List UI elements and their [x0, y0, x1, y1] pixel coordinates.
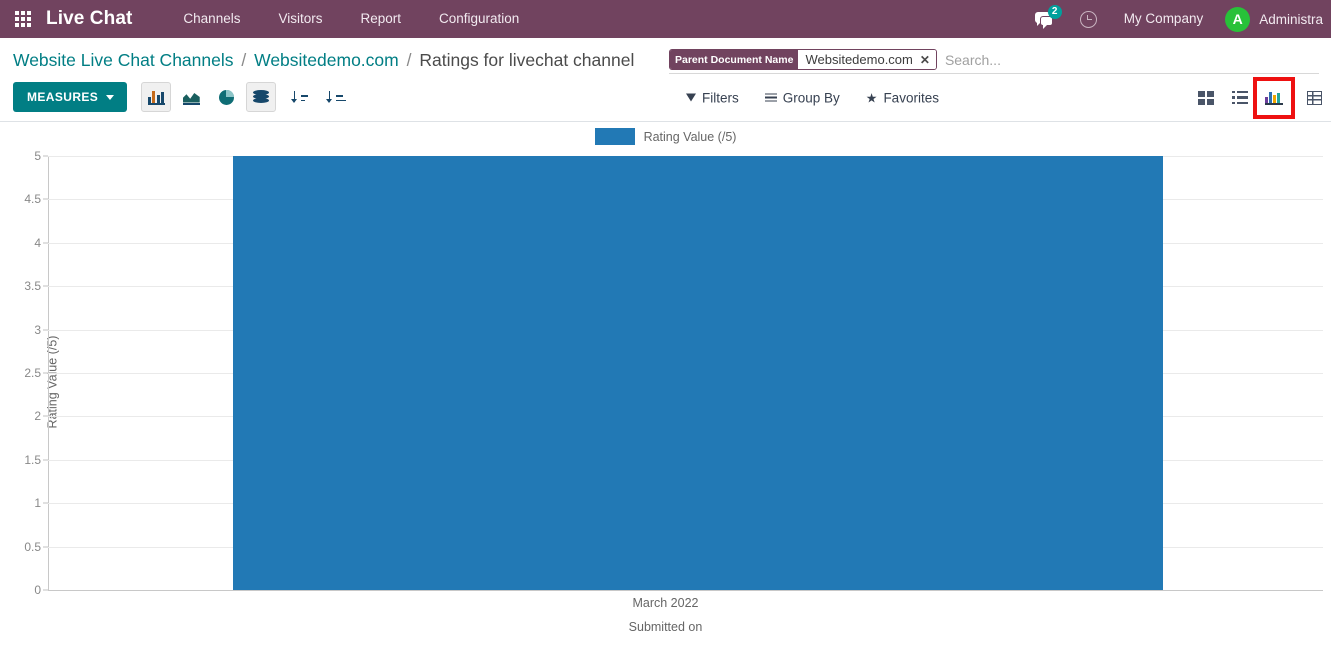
bar-chart-icon	[147, 90, 165, 105]
clock-icon	[1079, 10, 1097, 28]
y-tick-mark	[43, 242, 48, 244]
breadcrumb-item-parent[interactable]: Websitedemo.com	[254, 50, 399, 70]
y-tick-label: 0	[34, 583, 41, 597]
navbar-systray: 2 My Company A Administra	[1022, 0, 1331, 38]
activities-menu[interactable]	[1067, 0, 1110, 38]
list-view-button[interactable]	[1223, 81, 1257, 115]
pie-chart-icon	[218, 89, 234, 105]
search-facet-label: Parent Document Name	[670, 50, 799, 69]
funnel-icon	[686, 93, 696, 102]
search-view: Parent Document Name Websitedemo.com ✕	[669, 49, 1319, 74]
y-tick-label: 3	[34, 322, 41, 337]
legend-swatch-rating-value[interactable]	[594, 128, 635, 145]
y-tick-mark	[43, 329, 48, 331]
y-tick-label: 1.5	[24, 452, 41, 467]
search-input[interactable]	[936, 49, 1319, 70]
filters-menu-label: Filters	[702, 90, 739, 105]
stacked-button[interactable]	[246, 82, 277, 112]
legend-label-rating-value: Rating Value (/5)	[643, 129, 737, 144]
chart-plot-area: 0 0.5 1 1.5 2 2.5 3 3.5 4 4.5 5	[24, 149, 1323, 597]
chart-bar-march-2022[interactable]	[233, 156, 1163, 590]
gridline	[48, 590, 1323, 591]
graph-icon	[1265, 90, 1283, 105]
measures-button-label: MEASURES	[27, 90, 99, 104]
y-tick-mark	[43, 459, 48, 461]
graph-view-chart: Rating Value (/5) Rating Value (/5) 0 0.5…	[0, 122, 1331, 642]
sort-descending-icon	[291, 90, 311, 105]
kanban-view-button[interactable]	[1189, 81, 1223, 115]
y-tick-label: 4	[34, 235, 41, 250]
bars-icon	[764, 93, 777, 102]
chart-legend: Rating Value (/5)	[0, 128, 1331, 145]
y-tick-label: 4.5	[24, 192, 41, 207]
line-chart-button[interactable]	[176, 82, 206, 112]
list-icon	[1232, 90, 1248, 105]
x-axis-title: Submitted on	[628, 620, 703, 634]
graph-toolbar	[141, 82, 357, 112]
line-chart-icon	[182, 90, 200, 105]
control-panel-top-row: Website Live Chat Channels / Websitedemo…	[0, 38, 1331, 74]
pivot-view-button[interactable]	[1297, 81, 1331, 115]
apps-menu-toggle[interactable]	[0, 0, 46, 38]
breadcrumb-separator-2: /	[406, 50, 412, 70]
y-tick-mark	[43, 372, 48, 374]
database-stack-icon	[253, 89, 270, 105]
sort-ascending-icon	[326, 90, 346, 105]
sort-ascending-button[interactable]	[322, 82, 352, 112]
search-dropdown-menus: Filters Group By ★ Favorites	[686, 90, 965, 105]
breadcrumb-item-root[interactable]: Website Live Chat Channels	[13, 50, 234, 70]
user-menu[interactable]: A Administra	[1217, 0, 1331, 38]
y-tick-label: 3.5	[24, 279, 41, 294]
top-navbar: Live Chat Channels Visitors Report Confi…	[0, 0, 1331, 38]
messages-menu[interactable]: 2	[1022, 0, 1067, 38]
search-facet-parent-document-name[interactable]: Parent Document Name Websitedemo.com ✕	[669, 49, 937, 70]
view-switcher	[1189, 76, 1331, 119]
y-tick-label: 0.5	[24, 539, 41, 554]
control-panel-bottom-row: MEASURES Filters Group By ★ Favorites	[0, 74, 1331, 121]
close-icon[interactable]: ✕	[917, 50, 936, 69]
measures-button[interactable]: MEASURES	[13, 82, 128, 112]
kanban-icon	[1198, 90, 1214, 105]
y-tick-mark	[43, 589, 48, 591]
grid-apps-icon	[15, 11, 31, 27]
filters-menu[interactable]: Filters	[686, 90, 739, 105]
username-label: Administra	[1259, 11, 1323, 27]
menu-item-report[interactable]: Report	[341, 0, 420, 38]
breadcrumb-separator-1: /	[241, 50, 247, 70]
y-tick-label: 1	[34, 496, 41, 511]
y-tick-mark	[43, 546, 48, 548]
breadcrumb: Website Live Chat Channels / Websitedemo…	[13, 49, 634, 71]
main-menu: Channels Visitors Report Configuration	[164, 0, 538, 38]
menu-item-visitors[interactable]: Visitors	[259, 0, 341, 38]
chevron-down-icon	[106, 94, 115, 100]
menu-item-channels[interactable]: Channels	[164, 0, 259, 38]
pivot-icon	[1306, 90, 1322, 105]
y-tick-mark	[43, 502, 48, 504]
favorites-menu[interactable]: ★ Favorites	[866, 90, 939, 105]
breadcrumb-item-current: Ratings for livechat channel	[419, 50, 635, 70]
search-facet-value: Websitedemo.com	[798, 50, 918, 69]
y-tick-mark	[43, 198, 48, 200]
control-panel: Website Live Chat Channels / Websitedemo…	[0, 38, 1331, 122]
avatar: A	[1225, 6, 1251, 32]
bar-chart-button[interactable]	[141, 82, 172, 112]
y-tick-label: 2.5	[24, 366, 41, 380]
y-tick-mark	[43, 415, 48, 417]
menu-item-configuration[interactable]: Configuration	[420, 0, 538, 38]
y-tick-label: 2	[34, 409, 41, 424]
pie-chart-button[interactable]	[211, 82, 241, 112]
group-by-menu[interactable]: Group By	[764, 90, 840, 105]
company-switcher[interactable]: My Company	[1110, 0, 1218, 38]
y-tick-label: 5	[34, 149, 41, 163]
y-tick-mark	[43, 285, 48, 287]
messages-counter-badge: 2	[1047, 5, 1062, 19]
app-brand-title[interactable]: Live Chat	[46, 8, 138, 30]
favorites-menu-label: Favorites	[883, 90, 939, 105]
group-by-menu-label: Group By	[782, 90, 840, 105]
star-icon: ★	[865, 90, 878, 105]
graph-view-button[interactable]	[1253, 76, 1295, 119]
y-tick-mark	[43, 155, 48, 157]
sort-descending-button[interactable]	[287, 82, 317, 112]
x-tick-label-march-2022: March 2022	[632, 596, 699, 610]
